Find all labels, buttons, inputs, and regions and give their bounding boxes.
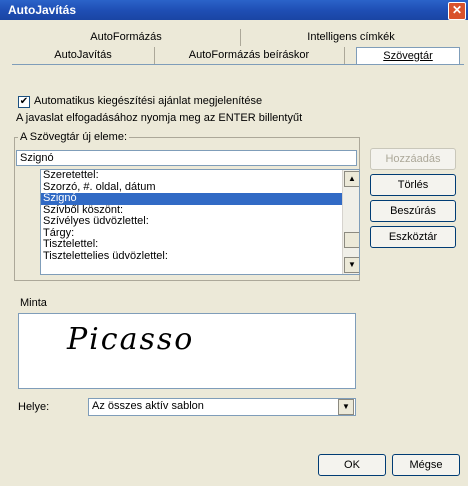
window-title: AutoJavítás	[8, 3, 77, 17]
list-item[interactable]: Szeretettel:	[41, 170, 359, 182]
tab-autoformazas-beiraskor[interactable]: AutoFormázás beíráskor	[154, 47, 345, 64]
close-icon: ✕	[451, 3, 463, 17]
ok-button[interactable]: OK	[318, 454, 386, 476]
tab-autoformazas[interactable]: AutoFormázás	[12, 29, 241, 46]
list-item[interactable]: Szorzó, #. oldal, dátum	[41, 181, 359, 194]
cancel-button[interactable]: Mégse	[392, 454, 460, 476]
tab-autojavitas[interactable]: AutoJavítás	[12, 47, 155, 64]
toolbar-button[interactable]: Eszköztár	[370, 226, 456, 248]
autocomplete-checkbox[interactable]: ✔	[18, 96, 30, 108]
list-item-selected[interactable]: Szignó	[41, 192, 359, 205]
hint-text: A javaslat elfogadásához nyomja meg az E…	[16, 112, 303, 124]
list-item[interactable]: Tisztelettel:	[41, 238, 359, 251]
tab-intelligens-cimkek[interactable]: Intelligens címkék	[240, 29, 462, 46]
add-button[interactable]: Hozzáadás	[370, 148, 456, 170]
preview-label: Minta	[20, 297, 47, 309]
tab-row-back: AutoFormázás Intelligens címkék	[12, 29, 464, 46]
preview-box: Picasso	[18, 313, 356, 389]
list-scrollbar[interactable]: ▲ ▼	[342, 170, 359, 274]
location-label: Helye:	[18, 401, 50, 413]
scroll-down-icon[interactable]: ▼	[344, 257, 359, 273]
autocomplete-label: Automatikus kiegészítési ajánlat megjele…	[34, 95, 263, 107]
autotext-group-label: A Szövegtár új eleme:	[18, 131, 130, 143]
location-select[interactable]: Az összes aktív sablon ▼	[88, 398, 356, 416]
tab-row-front: AutoJavítás AutoFormázás beíráskor Szöve…	[12, 47, 464, 65]
chevron-down-icon[interactable]: ▼	[338, 399, 354, 415]
location-value: Az összes aktív sablon	[92, 400, 204, 412]
tab-divider	[12, 64, 464, 65]
signature-preview: Picasso	[67, 322, 195, 357]
scroll-up-icon[interactable]: ▲	[344, 171, 359, 187]
tab-szovegtar[interactable]: Szövegtár	[356, 47, 460, 65]
insert-button[interactable]: Beszúrás	[370, 200, 456, 222]
delete-button[interactable]: Törlés	[370, 174, 456, 196]
autotext-input[interactable]: Szignó	[16, 150, 357, 166]
autotext-list[interactable]: Szeretettel: Szorzó, #. oldal, dátum Szi…	[40, 169, 360, 275]
list-item[interactable]: Tisztelettelies üdvözlettel:	[41, 250, 359, 263]
close-button[interactable]: ✕	[448, 2, 466, 20]
title-bar: AutoJavítás ✕	[0, 0, 468, 20]
scroll-thumb[interactable]	[344, 232, 359, 248]
list-item[interactable]: Szívélyes üdvözlettel:	[41, 215, 359, 228]
